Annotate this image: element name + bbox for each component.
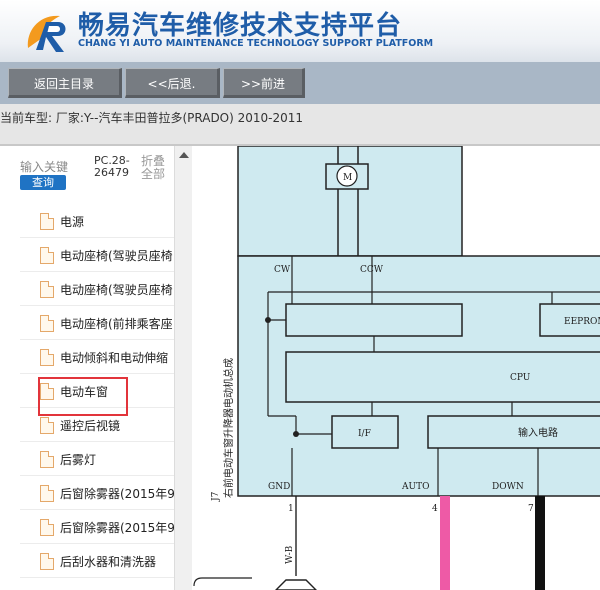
sidebar-scrollbar[interactable] (174, 146, 192, 590)
input-circuit-block (427, 415, 600, 449)
tree-item[interactable]: 电动车窗 (20, 374, 174, 408)
pin-number-4: 4 (432, 504, 438, 514)
input-circuit-label: 输入电路 (518, 426, 558, 439)
tree-item-label: 电动倾斜和电动伸缩 (60, 351, 169, 365)
back-main-button[interactable]: 返回主目录 (8, 68, 122, 98)
wiring-diagram-svg: M CW CCW EEPROM CPU I/F 输入电路 GND AUTO (193, 146, 600, 590)
next-button[interactable]: >>前进 (223, 68, 305, 98)
tree-item[interactable]: 电动倾斜和电动伸缩 (20, 340, 174, 374)
query-button[interactable]: 查询 (20, 175, 66, 190)
eeprom-label: EEPROM (564, 317, 600, 327)
sidebar: 输入关键 查询 PC.28-26479 折叠全部 电源电动座椅(驾驶员座椅 电动座… (0, 146, 192, 590)
tree-item[interactable]: 后窗除雾器(2015年9 (20, 476, 174, 510)
document-icon (40, 417, 54, 434)
search-row: 输入关键 查询 PC.28-26479 折叠全部 (0, 146, 178, 196)
tree-item[interactable]: 遥控后视镜 (20, 408, 174, 442)
app-header: 畅易汽车维修技术支持平台 CHANG YI AUTO MAINTENANCE T… (0, 0, 600, 62)
current-model-bar: 当前车型: 厂家:Y--汽车丰田普拉多(PRADO) 2010-2011 (0, 104, 600, 146)
tree-item[interactable]: 电动座椅(驾驶员座椅 (20, 238, 174, 272)
document-icon (40, 519, 54, 536)
document-icon (40, 349, 54, 366)
app-subtitle: CHANG YI AUTO MAINTENANCE TECHNOLOGY SUP… (78, 38, 434, 49)
wire-color-label: W-B (285, 545, 295, 564)
tree-item[interactable]: 电动座椅(驾驶员座椅 (20, 272, 174, 306)
app-title: 畅易汽车维修技术支持平台 (78, 11, 403, 41)
tree-list: 电源电动座椅(驾驶员座椅 电动座椅(驾驶员座椅 电动座椅(前排乘客座 电动倾斜和电动伸… (0, 204, 174, 590)
tree-item-label: 遥控后视镜 (60, 419, 121, 433)
document-icon (40, 247, 54, 264)
tree-item-label: 电动车窗 (60, 385, 109, 399)
tree-item[interactable]: 后窗除雾器(2015年9 (20, 510, 174, 544)
document-icon (40, 553, 54, 570)
pc-code: PC.28-26479 (94, 154, 130, 179)
document-icon (40, 383, 54, 400)
tree-item[interactable]: 电动座椅(前排乘客座 (20, 306, 174, 340)
auto-wire (440, 496, 450, 590)
nav-bar: 返回主目录 <<后退. >>前进 (0, 62, 600, 104)
document-icon (40, 485, 54, 502)
tree-item[interactable]: 后刮水器和清洗器 (20, 544, 174, 578)
current-model-text: 当前车型: 厂家:Y--汽车丰田普拉多(PRADO) 2010-2011 (0, 111, 304, 125)
cpu-block (285, 351, 600, 403)
pin-number-1: 1 (288, 504, 294, 514)
tree-item-label: 后雾灯 (60, 453, 97, 467)
component-name-label: 右前电动车窗升降器电动机总成 (222, 358, 235, 498)
document-icon (40, 315, 54, 332)
auto-label: AUTO (401, 482, 429, 492)
tree-item-label: 后窗除雾器(2015年9 (60, 487, 174, 501)
if-label: I/F (358, 429, 371, 439)
tree-item-label: 电源 (60, 215, 85, 229)
motor-label: M (343, 173, 352, 183)
cpu-label: CPU (510, 373, 531, 383)
wiring-diagram[interactable]: M CW CCW EEPROM CPU I/F 输入电路 GND AUTO (192, 146, 600, 590)
tree-item-label: 后刮水器和清洗器 (60, 555, 157, 569)
document-icon (40, 281, 54, 298)
pin-number-7: 7 (528, 504, 534, 514)
connector-label: J7 (211, 491, 221, 502)
pin-label-cw: CW (274, 265, 291, 275)
gnd-label: GND (268, 482, 290, 492)
down-label: DOWN (492, 482, 524, 492)
relay-block (285, 303, 463, 337)
upper-panel (237, 146, 463, 257)
tree-item-label: 电动座椅(驾驶员座椅 (60, 249, 173, 263)
tree-item[interactable]: 后雾灯 (20, 442, 174, 476)
prev-button[interactable]: <<后退. (125, 68, 220, 98)
tree-item-label: 电动座椅(驾驶员座椅 (60, 283, 173, 297)
document-icon (40, 213, 54, 230)
tree-item-label: 电动座椅(前排乘客座 (60, 317, 173, 331)
tree-item-label: 后窗除雾器(2015年9 (60, 521, 174, 535)
ground-connector (275, 579, 317, 590)
down-wire (535, 496, 545, 590)
logo-icon (27, 15, 66, 52)
keyword-input[interactable]: 输入关键 (20, 158, 68, 175)
document-icon (40, 451, 54, 468)
scroll-up-icon[interactable] (179, 152, 189, 158)
tree-item[interactable]: 电源 (20, 204, 174, 238)
fold-all-button[interactable]: 折叠全部 (141, 155, 169, 181)
